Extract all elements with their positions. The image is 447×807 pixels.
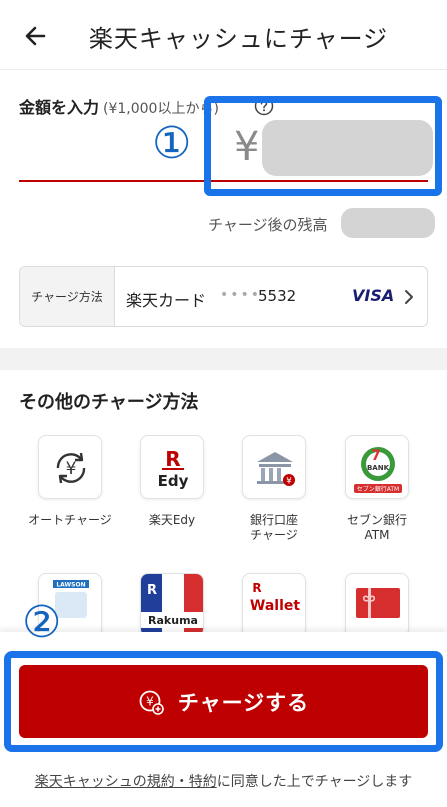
page-title: 楽天キャッシュにチャージ bbox=[88, 25, 389, 53]
svg-text:Rakuma: Rakuma bbox=[148, 614, 198, 627]
svg-text:Wallet: Wallet bbox=[250, 598, 300, 614]
rakuten-edy-tile[interactable]: R Edy bbox=[140, 435, 204, 499]
balance-after-charge-value bbox=[341, 208, 435, 238]
highlight-box-charge-button bbox=[4, 651, 443, 752]
seven-bank-tile[interactable]: 7 BANK セブン銀行ATM bbox=[345, 435, 409, 499]
svg-text:LAWSON: LAWSON bbox=[56, 582, 85, 589]
svg-text:7: 7 bbox=[371, 448, 381, 464]
card-last-digits: 5532 bbox=[258, 287, 297, 305]
seven-bank-label-line1: セブン銀行 bbox=[346, 513, 407, 527]
card-masked-digits: •••• bbox=[220, 287, 262, 303]
svg-text:R: R bbox=[165, 447, 180, 471]
svg-text:R: R bbox=[147, 583, 157, 598]
bank-account-tile[interactable]: ¥ bbox=[242, 435, 306, 499]
svg-text:Edy: Edy bbox=[158, 472, 189, 490]
chevron-right-icon bbox=[405, 290, 413, 304]
visa-logo: VISA bbox=[352, 286, 395, 305]
svg-text:¥: ¥ bbox=[66, 459, 77, 479]
highlight-box-amount bbox=[204, 96, 442, 196]
svg-text:¥: ¥ bbox=[286, 477, 292, 487]
charge-method-tag: チャージ方法 bbox=[20, 267, 115, 326]
svg-text:R: R bbox=[252, 581, 261, 595]
rakuten-edy-icon: R Edy bbox=[158, 447, 189, 490]
terms-link[interactable]: 楽天キャッシュの規約・特約 bbox=[35, 774, 217, 790]
bank-account-label-line1: 銀行口座 bbox=[249, 513, 298, 527]
terms-rest-text: に同意した上でチャージします bbox=[216, 774, 413, 790]
gift-card-icon bbox=[356, 588, 400, 618]
seven-bank-label-line2: ATM bbox=[364, 528, 390, 542]
rakuten-wallet-tile[interactable]: R Wallet bbox=[242, 573, 306, 637]
svg-text:セブン銀行ATM: セブン銀行ATM bbox=[357, 485, 399, 493]
auto-charge-tile[interactable]: ¥ bbox=[38, 435, 102, 499]
rakuma-icon: R Rakuma bbox=[141, 574, 203, 636]
balance-after-charge-label: チャージ後の残高 bbox=[208, 216, 328, 234]
seven-bank-icon: 7 BANK セブン銀行ATM bbox=[354, 447, 402, 493]
rakuma-tile[interactable]: R Rakuma bbox=[140, 573, 204, 637]
auto-charge-yen-icon: ¥ bbox=[56, 452, 86, 484]
other-methods-title: その他のチャージ方法 bbox=[19, 392, 199, 413]
bank-icon: ¥ bbox=[257, 452, 295, 487]
charge-method-selector[interactable]: チャージ方法 楽天カード •••• 5532 VISA bbox=[19, 266, 428, 327]
seven-bank-label: セブン銀行 ATM bbox=[327, 513, 427, 543]
rakuten-wallet-icon: R Wallet bbox=[250, 581, 300, 614]
gift-card-tile[interactable] bbox=[345, 573, 409, 637]
amount-label-text: 金額を入力 bbox=[19, 98, 100, 117]
bank-account-label: 銀行口座 チャージ bbox=[224, 513, 324, 543]
app-header: 楽天キャッシュにチャージ bbox=[0, 0, 447, 70]
annotation-number-2: ② bbox=[22, 597, 62, 648]
terms-notice: 楽天キャッシュの規約・特約に同意した上でチャージします bbox=[0, 771, 447, 791]
amount-label: 金額を入力 (¥1,000以上から) bbox=[19, 94, 219, 118]
svg-text:BANK: BANK bbox=[367, 464, 390, 472]
amount-minimum-note: (¥1,000以上から) bbox=[103, 101, 219, 117]
annotation-number-1: ① bbox=[152, 118, 192, 169]
card-name: 楽天カード bbox=[126, 291, 207, 310]
auto-charge-label: オートチャージ bbox=[28, 513, 112, 527]
section-divider bbox=[0, 348, 447, 370]
rakuten-edy-label: 楽天Edy bbox=[148, 513, 196, 527]
bank-account-label-line2: チャージ bbox=[250, 528, 298, 542]
